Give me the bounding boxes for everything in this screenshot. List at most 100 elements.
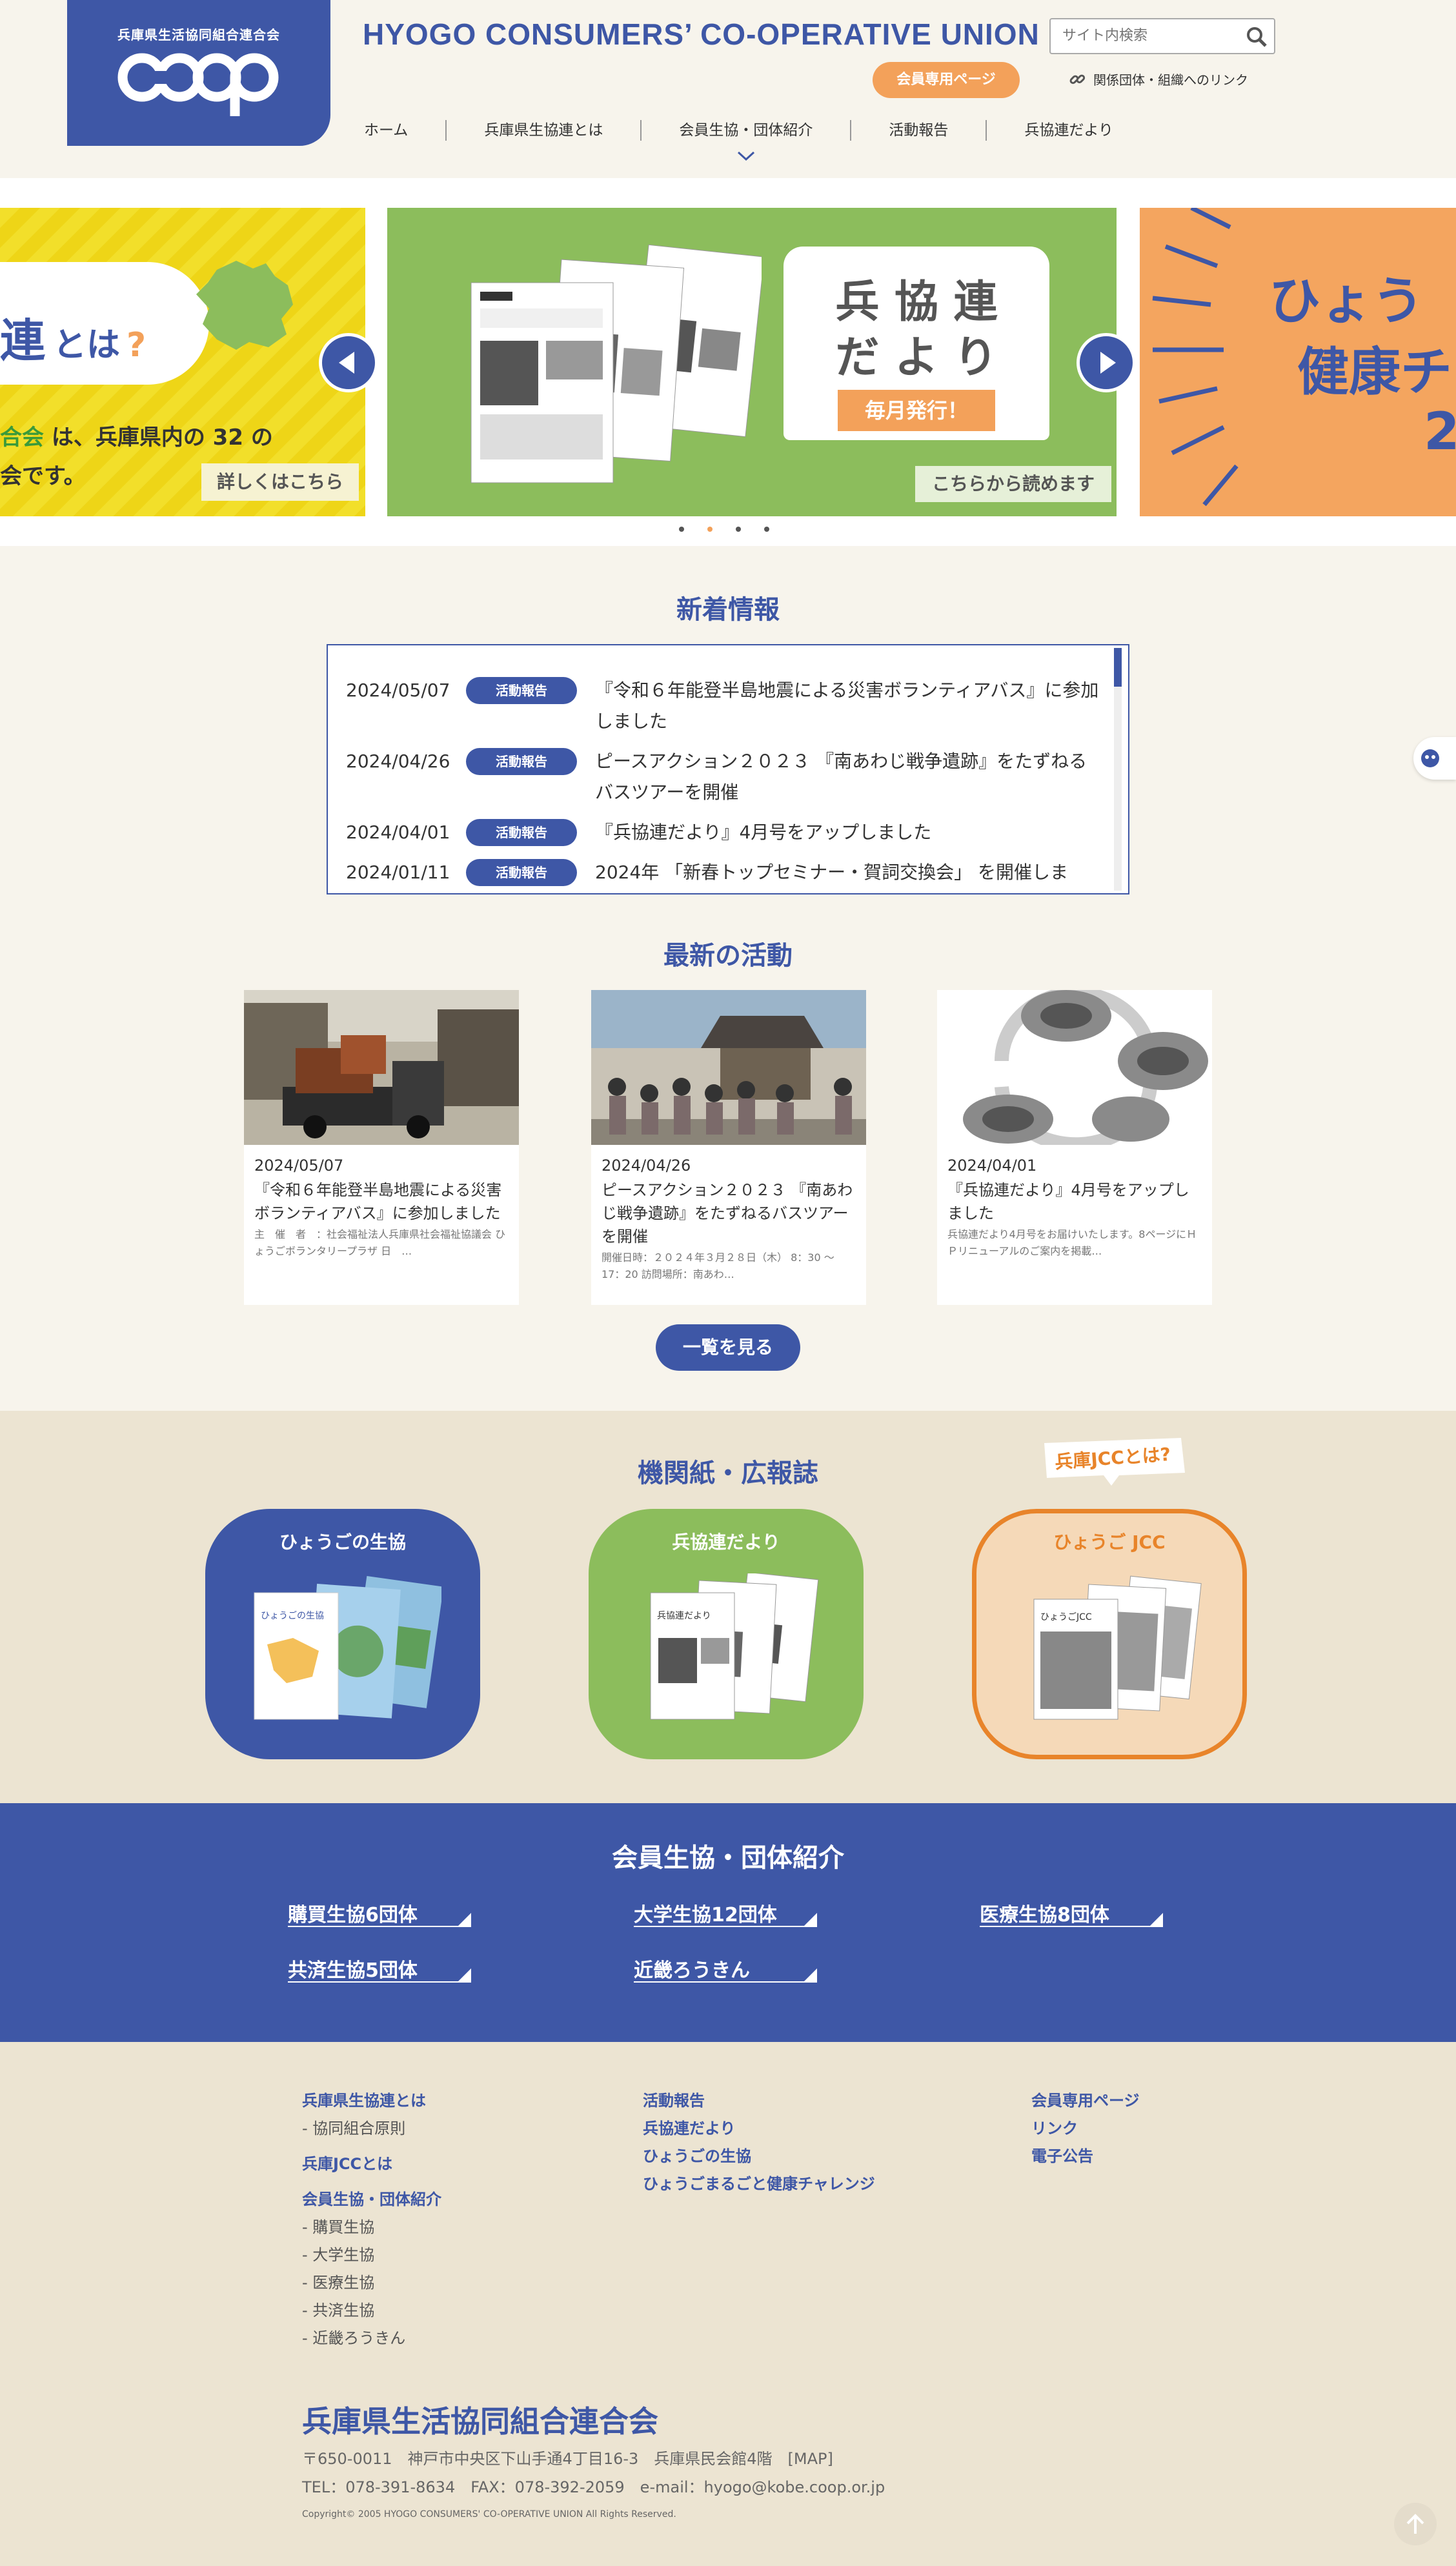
footer-sublink[interactable]: - 共済生協 xyxy=(302,2297,441,2325)
footer-link[interactable]: ひょうごまるごと健康チャレンジ xyxy=(643,2170,875,2198)
slider-dot-4[interactable] xyxy=(764,527,769,532)
chevron-down-icon xyxy=(737,151,754,161)
group-link-kinki-rokin[interactable]: 近畿ろうきん xyxy=(634,1954,817,1983)
site-logo[interactable]: 兵庫県生活協同組合連合会 xyxy=(67,0,330,146)
search-input[interactable] xyxy=(1051,19,1231,52)
footer-link[interactable]: リンク xyxy=(1031,2115,1140,2143)
slider-dot-3[interactable] xyxy=(736,527,741,532)
nav-reports[interactable]: 活動報告 xyxy=(851,120,987,141)
corner-arrow-icon xyxy=(804,1968,817,1981)
slider-dot-1[interactable] xyxy=(679,527,684,532)
group-link-medical[interactable]: 医療生協8団体 xyxy=(980,1899,1163,1927)
chat-face-icon xyxy=(1421,749,1439,767)
activity-title: ピースアクション２０２３ 『南あわじ戦争遺跡』をたずねるバスツアーを開催 xyxy=(602,1181,853,1246)
nav-newsletter[interactable]: 兵協連だより xyxy=(987,120,1151,141)
group-link-university[interactable]: 大学生協12団体 xyxy=(634,1899,817,1927)
footer-link[interactable]: 会員専用ページ xyxy=(1031,2087,1140,2115)
slide-about-title: 連とは? xyxy=(0,314,147,367)
view-all-button[interactable]: 一覧を見る xyxy=(656,1324,800,1371)
activity-photo-tour xyxy=(591,990,866,1145)
footer-link[interactable]: 兵庫県生協連とは xyxy=(302,2087,441,2115)
arrow-up-icon xyxy=(1406,2514,1424,2534)
slide-newsletter-title-2: だ よ り xyxy=(835,332,998,383)
slide-newsletter[interactable]: 兵 協 連 だ よ り 毎月発行！ こちらから読めます xyxy=(387,208,1117,516)
news-scrollbar[interactable] xyxy=(1114,648,1122,891)
footer-sublink[interactable]: - 協同組合原則 xyxy=(302,2115,441,2143)
pub-hyogo-jcc[interactable]: ひょうご JCC ひょうごJCC xyxy=(972,1509,1247,1759)
nav-members[interactable]: 会員生協・団体紹介 xyxy=(642,120,852,161)
footer-sublink[interactable]: - 近畿ろうきん xyxy=(302,2325,441,2352)
main-nav: ホーム 兵庫県生協連とは 会員生協・団体紹介 活動報告 兵協連だより xyxy=(361,116,1151,161)
category-badge: 活動報告 xyxy=(466,859,577,886)
slide-newsletter-button[interactable]: こちらから読めます xyxy=(915,466,1111,502)
back-to-top-button[interactable] xyxy=(1394,2503,1437,2545)
pub-label: ひょうご JCC xyxy=(1053,1531,1166,1553)
news-section-title: 新着情報 xyxy=(676,595,780,625)
nav-home[interactable]: ホーム xyxy=(361,120,447,141)
pub-label: 兵協連だより xyxy=(672,1531,780,1553)
slide-health-challenge[interactable]: ひょう 健康チ 2 xyxy=(1140,208,1456,516)
footer-link[interactable]: 会員生協・団体紹介 xyxy=(302,2186,441,2214)
logo-org-name: 兵庫県生活協同組合連合会 xyxy=(117,27,280,43)
slide-about-button[interactable]: 詳しくはこちら xyxy=(201,463,359,501)
activity-photo-truck xyxy=(244,990,519,1145)
nav-about[interactable]: 兵庫県生協連とは xyxy=(447,120,642,141)
chevron-right-icon xyxy=(1100,352,1116,374)
news-item[interactable]: 2024/04/26 活動報告 ピースアクション２０２３ 『南あわじ戦争遺跡』を… xyxy=(346,746,1105,808)
search-icon[interactable] xyxy=(1246,26,1268,48)
footer-link[interactable]: 活動報告 xyxy=(643,2087,875,2115)
group-link-label: 購買生協6団体 xyxy=(288,1904,418,1926)
footer-link[interactable]: 兵庫JCCとは xyxy=(302,2150,441,2178)
pub-label: ひょうごの生協 xyxy=(279,1531,406,1553)
activity-card[interactable]: 2024/04/01 『兵協連だより』4月号をアップしました 兵協連だより4月号… xyxy=(937,990,1212,1305)
slider-prev-button[interactable] xyxy=(319,333,378,392)
activity-date: 2024/04/01 xyxy=(947,1157,1037,1175)
slider-next-button[interactable] xyxy=(1077,333,1136,392)
slide-about-text-1: 合会 は、兵庫県内の 32 の xyxy=(0,425,273,450)
pub-hyokyoren-dayori[interactable]: 兵協連だより 兵協連だより xyxy=(589,1509,864,1759)
slide-health-title-2: 健康チ xyxy=(1297,342,1452,402)
footer-link[interactable]: 電子公告 xyxy=(1031,2143,1140,2170)
slide-about-text-2: 会です。 xyxy=(0,463,86,489)
chat-widget-button[interactable] xyxy=(1413,737,1456,780)
activity-title: 『令和６年能登半島地震による災害ボランティアバス』に参加しました xyxy=(254,1181,502,1222)
pub-hyogo-coop[interactable]: ひょうごの生協 ひょうごの生協 xyxy=(205,1509,480,1759)
site-title-en: HYOGO CONSUMERS’ CO-OPERATIVE UNION xyxy=(363,17,1040,51)
footer-sublink[interactable]: - 購買生協 xyxy=(302,2214,441,2241)
related-orgs-link[interactable]: 関係団体・組織へのリンク xyxy=(1069,70,1248,88)
pub-cover-image: 兵協連だより xyxy=(650,1573,819,1720)
group-link-mutual-aid[interactable]: 共済生協5団体 xyxy=(288,1954,471,1983)
news-item[interactable]: 2024/01/11 活動報告 2024年 「新春トップセミナー・賀詞交換会」 … xyxy=(346,857,1105,888)
member-page-button[interactable]: 会員専用ページ xyxy=(873,62,1020,98)
activity-desc: 兵協連だより4月号をお届けいたします。8ページにＨＰリニューアルのご案内を掲載… xyxy=(947,1228,1197,1257)
chevron-left-icon xyxy=(339,352,354,374)
activity-card[interactable]: 2024/05/07 『令和６年能登半島地震による災害ボランティアバス』に参加し… xyxy=(244,990,519,1305)
news-item[interactable]: 2024/04/01 活動報告 『兵協連だより』4月号をアップしました xyxy=(346,817,1105,848)
newsletter-covers-image xyxy=(470,244,762,483)
news-title: 2024年 「新春トップセミナー・賀詞交換会」 を開催しま xyxy=(595,862,1069,883)
group-link-label: 大学生協12団体 xyxy=(634,1904,777,1926)
news-item[interactable]: 2024/05/07 活動報告 『令和６年能登半島地震による災害ボランティアバス… xyxy=(346,675,1105,737)
activity-date: 2024/05/07 xyxy=(254,1157,344,1175)
slider-dot-2[interactable] xyxy=(707,527,713,532)
footer-col-2: 活動報告 兵協連だより ひょうごの生協 ひょうごまるごと健康チャレンジ xyxy=(643,2087,875,2198)
footer-contact: TEL：078-391-8634 FAX：078-392-2059 e-mail… xyxy=(302,2478,885,2496)
news-scrollbar-thumb[interactable] xyxy=(1114,648,1122,687)
group-link-purchase[interactable]: 購買生協6団体 xyxy=(288,1899,471,1927)
footer-address: 〒650-0011 神戸市中央区下山手通4丁目16-3 兵庫県民会館4階 [MA… xyxy=(302,2450,833,2468)
footer-col-1: 兵庫県生協連とは - 協同組合原則 兵庫JCCとは 会員生協・団体紹介 - 購買… xyxy=(302,2087,441,2352)
category-badge: 活動報告 xyxy=(466,677,577,704)
activities-section-title: 最新の活動 xyxy=(663,941,793,971)
activity-desc: 主 催 者 ：社会福祉法人兵庫県社会福祉協議会 ひょうごボランタリープラザ 日 … xyxy=(254,1228,506,1257)
hyogo-map-icon xyxy=(196,261,293,350)
slide-about[interactable]: 連とは? 合会 は、兵庫県内の 32 の 会です。 詳しくはこちら xyxy=(0,208,365,516)
activity-card[interactable]: 2024/04/26 ピースアクション２０２３ 『南あわじ戦争遺跡』をたずねるバ… xyxy=(591,990,866,1305)
footer-sublink[interactable]: - 大学生協 xyxy=(302,2241,441,2269)
group-link-label: 医療生協8団体 xyxy=(980,1904,1109,1926)
slider-dots xyxy=(679,527,769,532)
news-list: 2024/05/07 活動報告 『令和６年能登半島地震による災害ボランティアバス… xyxy=(327,644,1129,894)
footer-link[interactable]: ひょうごの生協 xyxy=(643,2143,875,2170)
footer-link[interactable]: 兵協連だより xyxy=(643,2115,875,2143)
footer-sublink[interactable]: - 医療生協 xyxy=(302,2269,441,2297)
jcc-about-tag[interactable]: 兵庫JCCとは? xyxy=(1035,1435,1189,1487)
